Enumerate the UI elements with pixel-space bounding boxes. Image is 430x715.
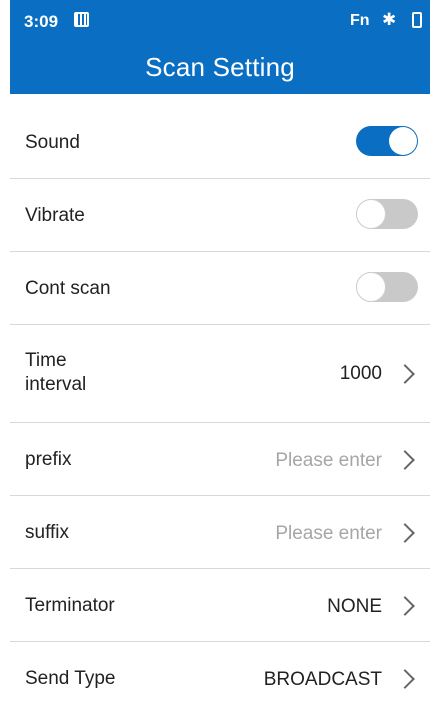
setting-row-time-interval[interactable]: Time interval 1000: [10, 325, 430, 423]
setting-label-cont-scan: Cont scan: [25, 278, 111, 299]
sound-toggle[interactable]: [356, 126, 418, 156]
battery-charging-icon: [412, 12, 422, 28]
sim-card-icon: [74, 12, 89, 27]
status-time: 3:09: [24, 12, 59, 31]
send-type-value: BROADCAST: [263, 669, 382, 690]
setting-row-terminator[interactable]: Terminator NONE: [10, 569, 430, 642]
toggle-knob: [356, 199, 386, 229]
setting-label-vibrate: Vibrate: [25, 205, 85, 226]
setting-row-sound[interactable]: Sound: [10, 106, 430, 179]
setting-label-terminator: Terminator: [25, 595, 115, 616]
suffix-input[interactable]: Please enter: [275, 523, 382, 545]
setting-label-time-interval: Time interval: [25, 349, 86, 397]
app-header: 3:09 Fn ✱ Scan Setting: [10, 0, 430, 94]
time-interval-value: 1000: [339, 363, 382, 384]
page-title: Scan Setting: [145, 52, 295, 82]
toggle-knob: [389, 127, 417, 155]
bluetooth-icon: ✱: [382, 10, 397, 29]
chevron-right-icon: [395, 450, 415, 470]
setting-row-cont-scan[interactable]: Cont scan: [10, 252, 430, 325]
setting-label-prefix: prefix: [25, 449, 72, 470]
prefix-input[interactable]: Please enter: [275, 450, 382, 472]
cont-scan-toggle[interactable]: [356, 272, 418, 302]
vibrate-toggle[interactable]: [356, 199, 418, 229]
settings-list: Sound Vibrate Cont scan Time interval 10…: [10, 106, 430, 715]
setting-row-send-type[interactable]: Send Type BROADCAST: [10, 642, 430, 715]
status-bar: 3:09 Fn ✱: [10, 0, 430, 40]
chevron-right-icon: [395, 364, 415, 384]
chevron-right-icon: [395, 669, 415, 689]
setting-row-prefix[interactable]: prefix Please enter: [10, 423, 430, 496]
setting-label-suffix: suffix: [25, 522, 70, 543]
setting-label-time-interval-line2: interval: [25, 374, 87, 395]
terminator-value: NONE: [327, 596, 382, 617]
setting-label-send-type: Send Type: [25, 668, 116, 689]
setting-row-vibrate[interactable]: Vibrate: [10, 179, 430, 252]
toggle-knob: [356, 272, 386, 302]
setting-row-suffix[interactable]: suffix Please enter: [10, 496, 430, 569]
setting-label-sound: Sound: [25, 132, 80, 153]
fn-indicator: Fn: [350, 12, 370, 29]
chevron-right-icon: [395, 596, 415, 616]
setting-label-time-interval-line1: Time: [25, 350, 67, 371]
chevron-right-icon: [395, 523, 415, 543]
